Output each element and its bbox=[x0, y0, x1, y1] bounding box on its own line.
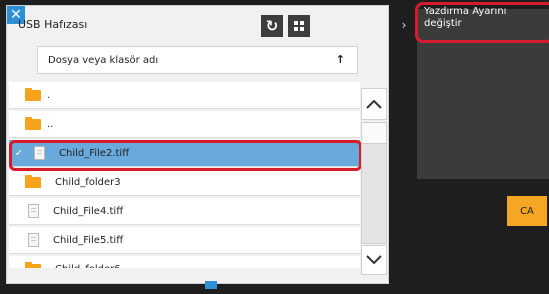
screen: USB Hafızası ↻ ✕ Dosya veya klasör adı ↑… bbox=[0, 0, 549, 294]
list-item-file[interactable]: Child_File4.tiff bbox=[9, 198, 360, 225]
sort-selector[interactable]: Dosya veya klasör adı ↑ bbox=[37, 46, 358, 74]
list-item-label: Child_File4.tiff bbox=[53, 205, 124, 217]
chevron-right-icon: › bbox=[401, 18, 407, 32]
folder-icon bbox=[25, 87, 41, 101]
grid-view-button[interactable] bbox=[288, 15, 310, 37]
list-item-label: . bbox=[47, 89, 51, 101]
folder-icon bbox=[25, 261, 41, 268]
list-item-label: Child_folder6 bbox=[55, 264, 121, 269]
file-list: ... ✓ Child_File2.tiff Child_folder3 Child_F… bbox=[9, 82, 360, 268]
list-item-label: .. bbox=[47, 118, 54, 130]
list-item-folder[interactable]: . bbox=[9, 82, 360, 109]
list-item-folder[interactable]: Child_folder3 bbox=[9, 169, 360, 196]
folder-icon bbox=[25, 116, 41, 130]
scroll-thumb[interactable] bbox=[361, 122, 387, 144]
list-item-label: Child_folder3 bbox=[55, 176, 121, 188]
sort-label: Dosya veya klasör adı bbox=[48, 55, 159, 66]
dialog-title: USB Hafızası bbox=[18, 18, 88, 31]
file-icon bbox=[28, 204, 39, 218]
chevron-up-icon bbox=[366, 99, 382, 109]
scroll-up-button[interactable] bbox=[361, 88, 387, 120]
folder-icon bbox=[25, 174, 41, 188]
list-item-folder[interactable]: Child_folder6 bbox=[9, 256, 360, 268]
chevron-down-icon bbox=[366, 255, 382, 265]
expand-side-panel-button[interactable]: › bbox=[397, 14, 411, 36]
checkmark-icon: ✓ bbox=[14, 147, 24, 159]
bottom-indicator bbox=[205, 281, 217, 289]
scroll-down-button[interactable] bbox=[361, 245, 387, 275]
sort-up-arrow-icon: ↑ bbox=[335, 53, 345, 66]
side-panel-title[interactable]: Yazdırma Ayarını değiştir bbox=[424, 6, 546, 30]
list-item-label: Child_File2.tiff bbox=[59, 147, 130, 159]
refresh-icon: ↻ bbox=[265, 17, 279, 35]
file-icon bbox=[34, 146, 45, 160]
refresh-button[interactable]: ↻ bbox=[261, 15, 283, 37]
list-item-folder[interactable]: .. bbox=[9, 111, 360, 138]
grid-view-icon bbox=[294, 21, 304, 31]
list-item-label: Child_File5.tiff bbox=[53, 234, 124, 246]
ca-button[interactable]: CA bbox=[507, 196, 547, 226]
list-item-file[interactable]: ✓ Child_File2.tiff bbox=[9, 140, 360, 167]
list-item-file[interactable]: Child_File5.tiff bbox=[9, 227, 360, 254]
file-icon bbox=[28, 233, 39, 247]
